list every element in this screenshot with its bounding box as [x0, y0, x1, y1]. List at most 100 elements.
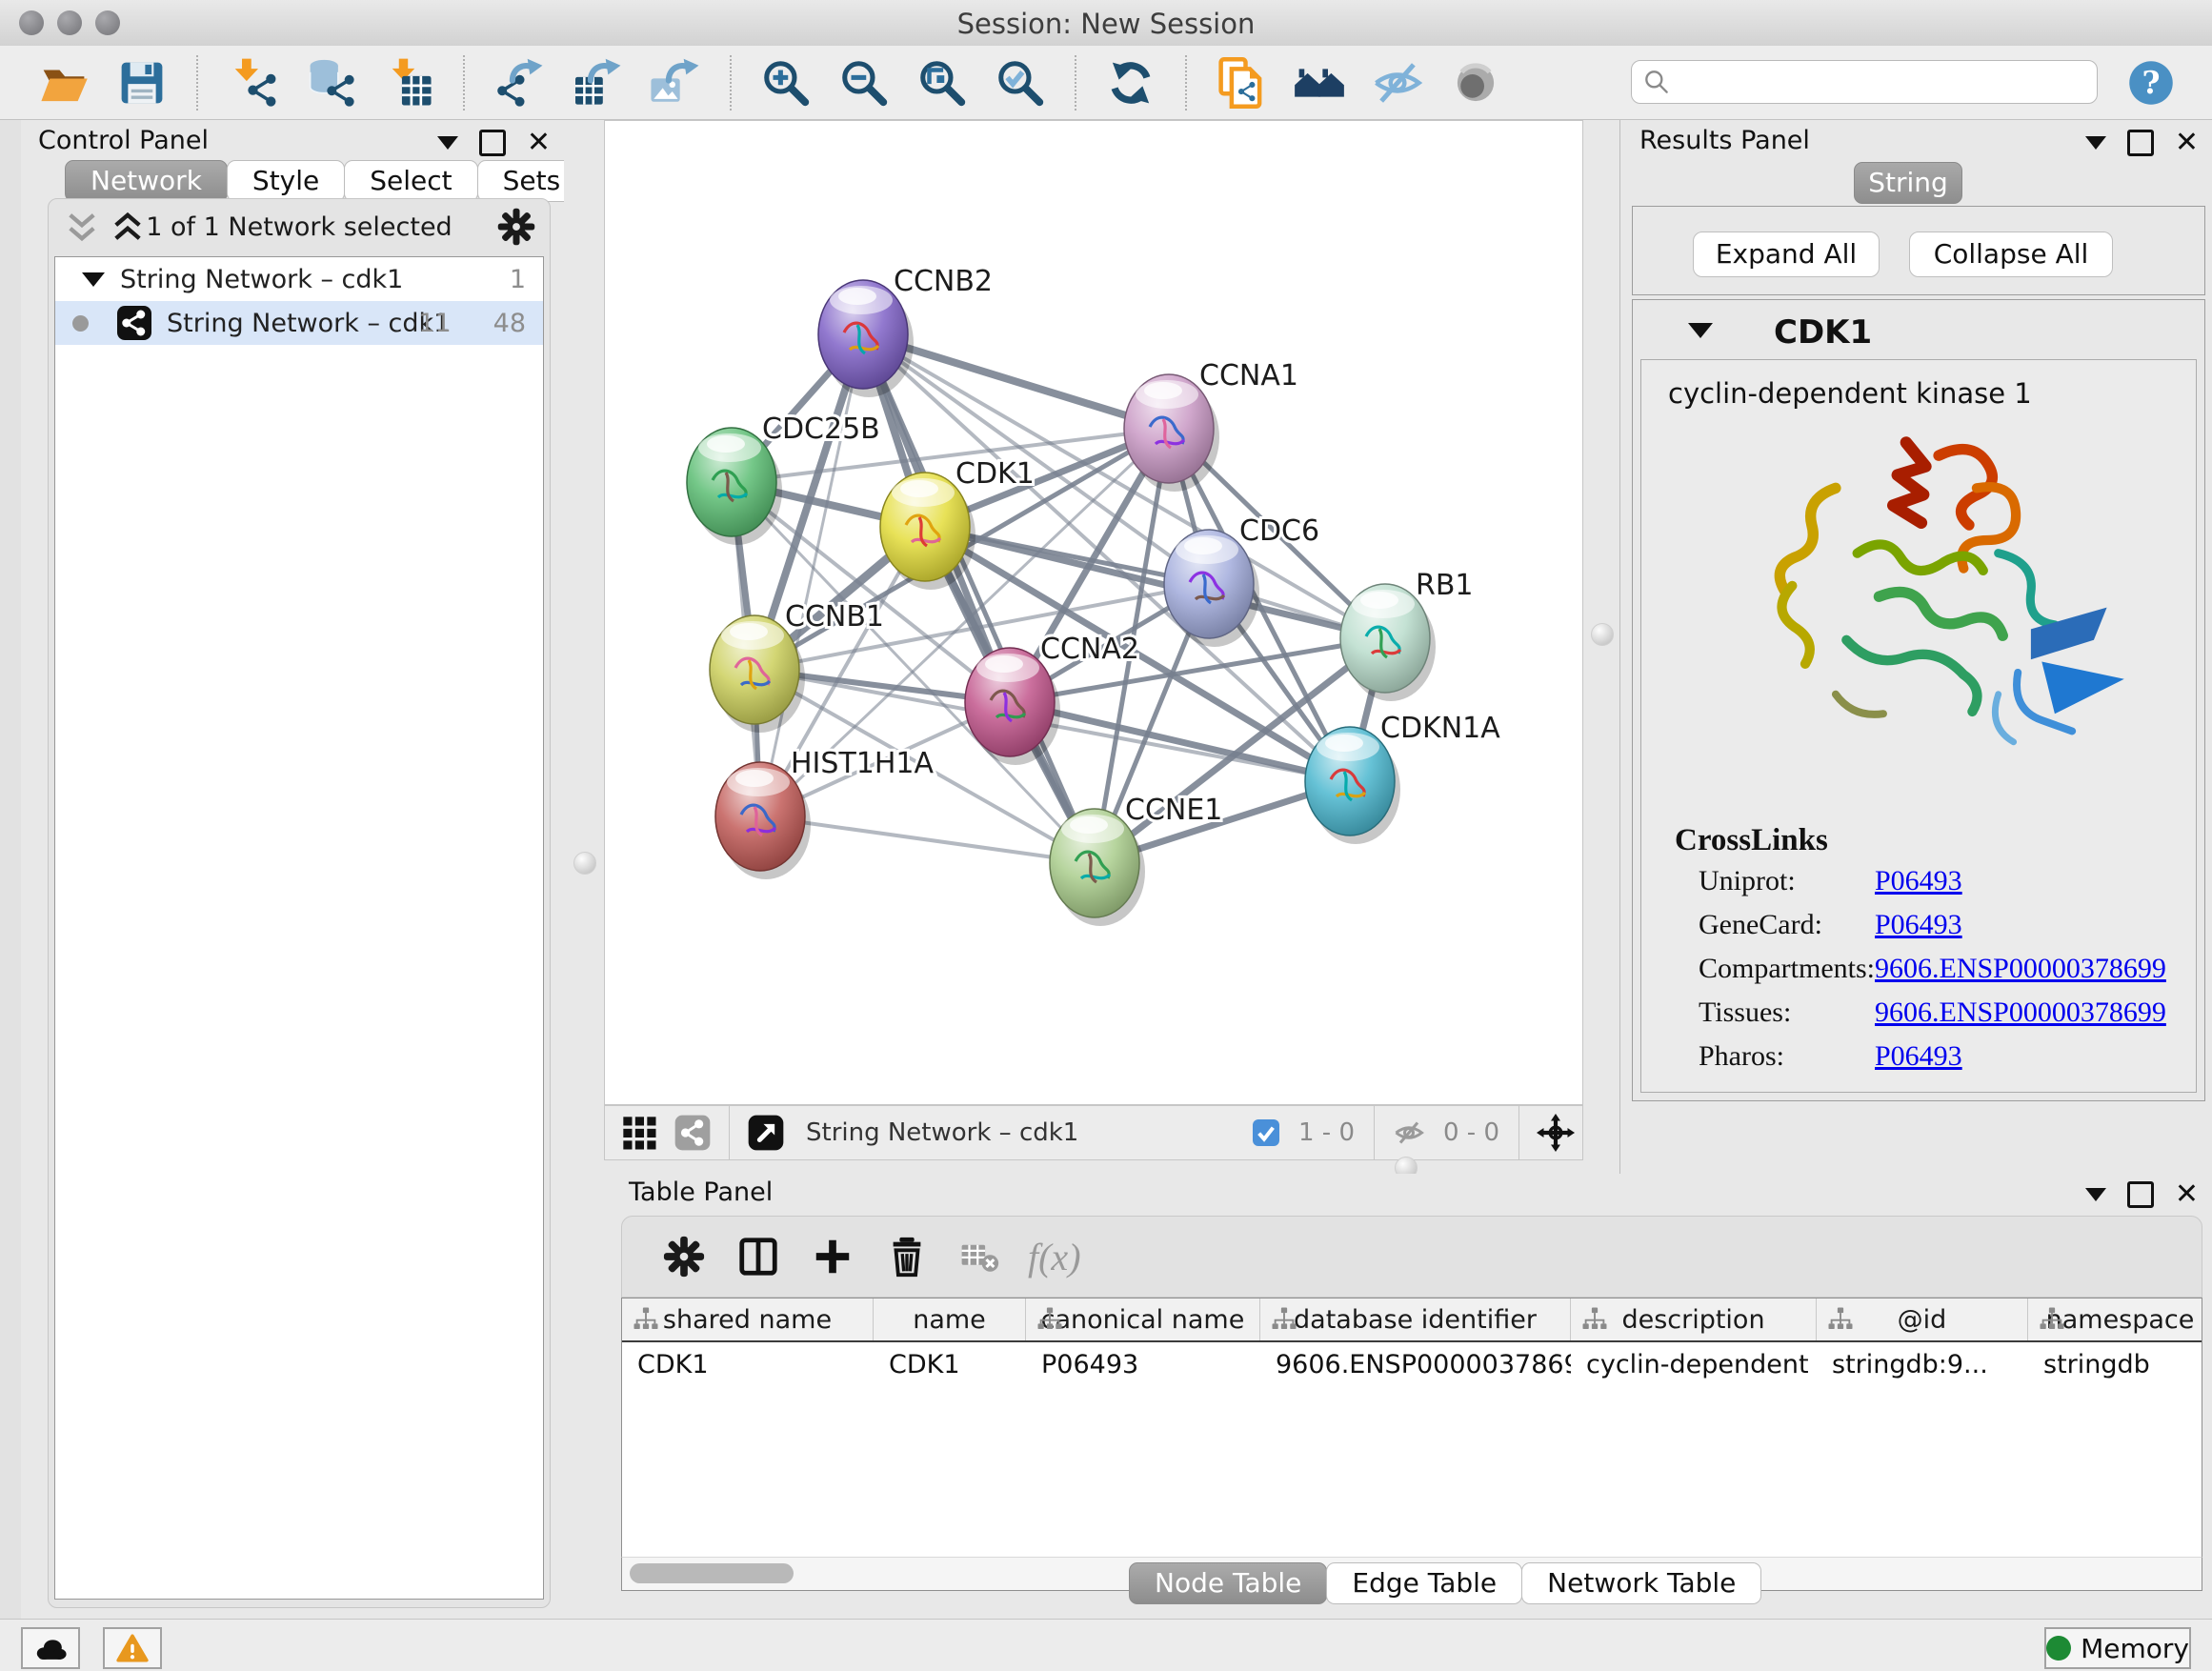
node-label-CCNE1: CCNE1 [1125, 794, 1222, 827]
network-tab-content: 1 of 1 Network selected String Network –… [48, 198, 551, 1608]
network-node-CCNB1[interactable]: CCNB1 [710, 600, 884, 733]
eye-icon[interactable] [1450, 57, 1501, 109]
crosslink-link[interactable]: P06493 [1875, 909, 1962, 941]
grid-view-icon[interactable] [620, 1114, 658, 1152]
show-columns-icon[interactable] [736, 1235, 780, 1278]
table-panel-collapse-icon[interactable] [2085, 1188, 2106, 1201]
network-node-CDKN1A[interactable]: CDKN1A [1305, 712, 1500, 844]
crosslink-link[interactable]: 9606.ENSP00000378699 [1875, 953, 2166, 985]
tab-string[interactable]: String [1854, 162, 1962, 204]
tab-network[interactable]: Network [65, 160, 228, 202]
zoom-in-icon[interactable] [760, 57, 812, 109]
tab-style[interactable]: Style [227, 160, 345, 202]
crosslink-row: Pharos: P06493 [1699, 1040, 1784, 1073]
network-node-CCNB2[interactable]: CCNB2 [818, 265, 993, 397]
column-header-canonical-name[interactable]: canonical name [1026, 1299, 1260, 1340]
network-view-canvas[interactable]: CCNB2 CCNA1 CDC25B CDK1 [604, 120, 1583, 1105]
delete-table-icon[interactable] [959, 1237, 999, 1277]
column-type-icon [1036, 1305, 1064, 1334]
crosslink-link[interactable]: 9606.ENSP00000378699 [1875, 997, 2166, 1029]
save-session-icon[interactable] [116, 57, 168, 109]
expand-all-button[interactable]: Expand All [1693, 232, 1880, 277]
open-session-icon[interactable] [38, 57, 90, 109]
entry-collapse-icon[interactable] [1688, 323, 1713, 338]
collection-expand-icon[interactable] [82, 272, 105, 287]
memory-button[interactable]: Memory [2044, 1627, 2191, 1669]
zoom-out-icon[interactable] [838, 57, 890, 109]
hidden-eye-slash-icon[interactable] [1392, 1116, 1426, 1150]
houses-icon[interactable] [1294, 57, 1345, 109]
network-node-CDK1[interactable]: CDK1 [880, 457, 1035, 590]
network-collection-row[interactable]: String Network – cdk1 1 [55, 257, 543, 301]
network-node-HIST1H1A[interactable]: HIST1H1A [715, 747, 935, 879]
network-node-RB1[interactable]: RB1 [1340, 569, 1474, 701]
export-image-icon[interactable] [650, 57, 701, 109]
collapse-all-button[interactable]: Collapse All [1909, 232, 2113, 277]
open-in-new-window-icon[interactable] [747, 1114, 785, 1152]
cloud-button[interactable] [21, 1627, 80, 1669]
results-panel: Results Panel ✕ String Expand All Collap… [1619, 120, 2212, 1174]
right-splitter[interactable] [1583, 120, 1619, 1174]
column-header-namespace[interactable]: namespace [2028, 1299, 2202, 1340]
results-panel-close-icon[interactable]: ✕ [2175, 132, 2199, 153]
import-table-icon[interactable] [383, 57, 434, 109]
apply-layout-icon[interactable] [1105, 57, 1156, 109]
table-cell: 9606.ENSP00000378699 [1260, 1350, 1571, 1379]
column-header-shared-name[interactable]: shared name [622, 1299, 874, 1340]
search-input[interactable] [1672, 62, 2097, 102]
right-splitter-knob[interactable] [1591, 623, 1614, 646]
column-header-database-identifier[interactable]: database identifier [1260, 1299, 1571, 1340]
table-options-gear-icon[interactable] [662, 1235, 706, 1278]
tab-node-table[interactable]: Node Table [1129, 1562, 1327, 1604]
import-database-icon[interactable] [305, 57, 356, 109]
export-network-icon[interactable] [493, 57, 545, 109]
search-box[interactable] [1631, 60, 2098, 104]
eye-slash-icon[interactable] [1372, 57, 1423, 109]
left-splitter-knob[interactable] [573, 852, 596, 875]
warnings-button[interactable] [103, 1627, 162, 1669]
table-cell: stringdb:9... [1817, 1350, 2028, 1379]
main-toolbar: ? [0, 46, 2212, 120]
entry-header[interactable]: CDK1 [1633, 300, 2204, 359]
collection-count: 1 [510, 265, 526, 294]
control-panel-collapse-icon[interactable] [437, 136, 458, 150]
document-share-icon[interactable] [1216, 57, 1267, 109]
birdseye-crosshair-icon[interactable] [1537, 1114, 1575, 1152]
table-cell: CDK1 [622, 1350, 874, 1379]
table-row[interactable]: CDK1CDK1P064939606.ENSP00000378699cyclin… [622, 1342, 2202, 1386]
west-panel-strip [0, 120, 22, 1620]
results-panel-float-icon[interactable] [2127, 130, 2154, 156]
export-table-icon[interactable] [572, 57, 623, 109]
column-type-icon [1580, 1305, 1609, 1334]
column-header--id[interactable]: @id [1817, 1299, 2028, 1340]
crosslink-link[interactable]: P06493 [1875, 1040, 1962, 1073]
create-column-plus-icon[interactable] [811, 1235, 855, 1278]
help-button[interactable]: ? [2126, 58, 2176, 108]
control-panel-close-icon[interactable]: ✕ [527, 132, 551, 153]
left-splitter[interactable] [564, 120, 604, 1620]
tab-network-table[interactable]: Network Table [1521, 1562, 1761, 1604]
tab-edge-table[interactable]: Edge Table [1326, 1562, 1522, 1604]
delete-column-trash-icon[interactable] [885, 1235, 929, 1278]
zoom-selected-icon[interactable] [995, 57, 1046, 109]
scrollbar-thumb[interactable] [630, 1563, 794, 1583]
function-builder-icon[interactable]: f(x) [1028, 1235, 1081, 1279]
column-header-description[interactable]: description [1571, 1299, 1817, 1340]
control-panel-float-icon[interactable] [479, 130, 506, 156]
network-row[interactable]: String Network – cdk1 11 48 [55, 301, 543, 345]
network-options-gear-icon[interactable] [496, 207, 536, 247]
table-panel-float-icon[interactable] [2127, 1181, 2154, 1208]
crosslink-link[interactable]: P06493 [1875, 865, 1962, 897]
network-node-CDC6[interactable]: CDC6 [1164, 514, 1319, 647]
table-cell: P06493 [1026, 1350, 1260, 1379]
import-network-icon[interactable] [227, 57, 278, 109]
zoom-fit-icon[interactable] [916, 57, 968, 109]
network-node-CCNE1[interactable]: CCNE1 [1050, 794, 1222, 926]
crosslink-row: Tissues: 9606.ENSP00000378699 [1699, 997, 1791, 1029]
tab-select[interactable]: Select [344, 160, 477, 202]
results-panel-collapse-icon[interactable] [2085, 136, 2106, 150]
column-header-name[interactable]: name [874, 1299, 1026, 1340]
table-panel-close-icon[interactable]: ✕ [2175, 1184, 2199, 1205]
share-view-icon[interactable] [674, 1114, 712, 1152]
selected-checkbox-icon[interactable] [1251, 1117, 1281, 1148]
